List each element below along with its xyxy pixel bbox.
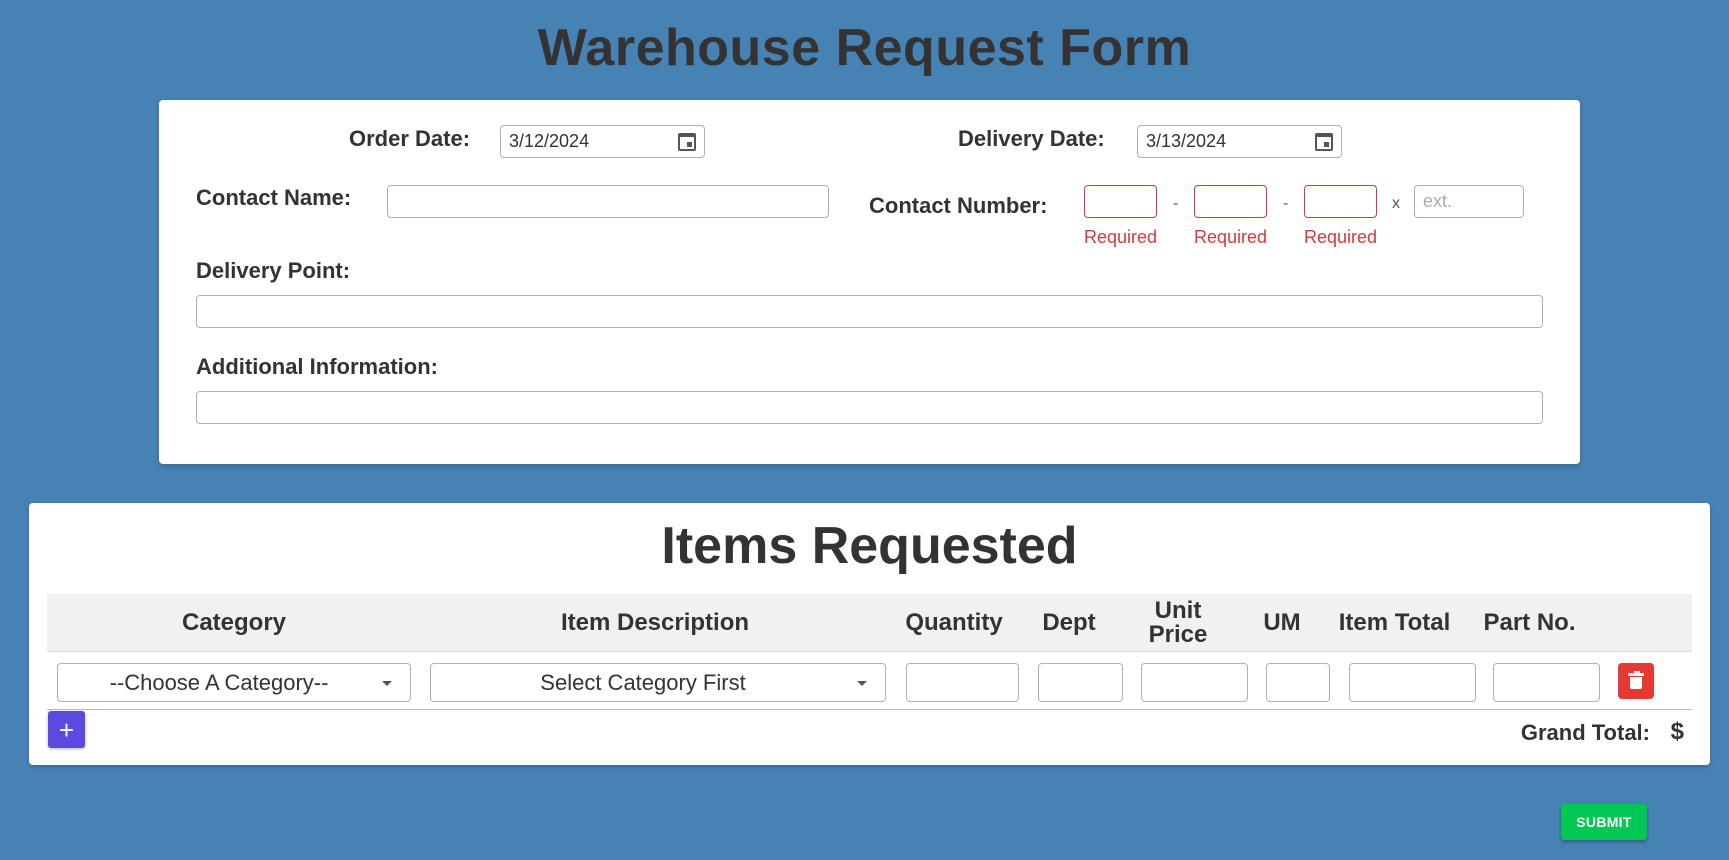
contact-number-label: Contact Number: [869, 193, 1048, 218]
column-header-item-description: Item Description [560, 609, 750, 636]
column-header-quantity: Quantity [905, 609, 1003, 636]
contact-name-input[interactable] [387, 185, 829, 218]
submit-button[interactable]: SUBMIT [1561, 804, 1647, 840]
additional-info-input[interactable] [196, 391, 1543, 424]
trash-icon [1628, 671, 1644, 689]
category-select-value: --Choose A Category-- [109, 669, 329, 695]
chevron-down-icon [857, 681, 867, 686]
phone-ext-placeholder: ext. [1423, 191, 1453, 211]
page: Warehouse Request Form Order Date: 3/12/… [0, 0, 1729, 860]
order-date-value: 3/12/2024 [509, 131, 590, 151]
order-date-label: Order Date: [349, 126, 471, 151]
chevron-down-icon [382, 681, 392, 686]
table-row: --Choose A Category-- Select Category Fi… [47, 652, 1692, 710]
calendar-icon[interactable] [1315, 133, 1333, 151]
page-title: Warehouse Request Form [537, 19, 1192, 77]
phone-separator: - [1283, 195, 1289, 212]
quantity-input[interactable] [906, 663, 1019, 702]
grand-total-value: $ [1670, 718, 1684, 745]
required-message: Required [1304, 227, 1378, 247]
items-card: Items Requested Category Item Descriptio… [29, 503, 1710, 765]
column-header-item-total: Item Total [1338, 609, 1451, 636]
contact-name-label: Contact Name: [196, 185, 352, 210]
delivery-date-input[interactable]: 3/13/2024 [1137, 125, 1342, 158]
add-item-button[interactable]: + [48, 711, 85, 748]
items-table-header: Category Item Description Quantity Dept … [47, 594, 1692, 652]
phone-prefix-input[interactable] [1194, 185, 1267, 218]
um-input[interactable] [1266, 663, 1330, 702]
additional-info-label: Additional Information: [196, 354, 438, 379]
order-info-card: Order Date: 3/12/2024 Delivery Date: 3/1… [159, 100, 1580, 464]
calendar-icon[interactable] [678, 133, 696, 151]
order-date-input[interactable]: 3/12/2024 [500, 125, 705, 158]
item-description-select-value: Select Category First [540, 669, 746, 695]
phone-line-input[interactable] [1304, 185, 1377, 218]
ext-separator: x [1392, 195, 1400, 212]
delete-row-button[interactable] [1618, 663, 1654, 699]
category-select[interactable]: --Choose A Category-- [57, 663, 411, 702]
required-message: Required [1194, 227, 1268, 247]
phone-separator: - [1173, 195, 1179, 212]
unit-price-input[interactable] [1141, 663, 1248, 702]
column-header-unit-price: Unit Price [1148, 597, 1208, 648]
dept-input[interactable] [1038, 663, 1123, 702]
column-header-part-no: Part No. [1483, 609, 1576, 636]
item-description-select[interactable]: Select Category First [430, 663, 886, 702]
grand-total-label: Grand Total: [1520, 720, 1650, 745]
delivery-point-label: Delivery Point: [196, 258, 351, 283]
part-no-input[interactable] [1493, 663, 1600, 702]
item-total-input[interactable] [1349, 663, 1476, 702]
delivery-date-value: 3/13/2024 [1146, 131, 1227, 151]
items-title: Items Requested [661, 517, 1078, 575]
phone-area-code-input[interactable] [1084, 185, 1157, 218]
required-message: Required [1084, 227, 1158, 247]
delivery-date-label: Delivery Date: [958, 126, 1105, 151]
delivery-point-input[interactable] [196, 295, 1543, 328]
column-header-dept: Dept [1042, 609, 1096, 636]
column-header-um: UM [1263, 609, 1301, 636]
phone-ext-input[interactable]: ext. [1414, 185, 1524, 218]
column-header-category: Category [181, 609, 287, 636]
